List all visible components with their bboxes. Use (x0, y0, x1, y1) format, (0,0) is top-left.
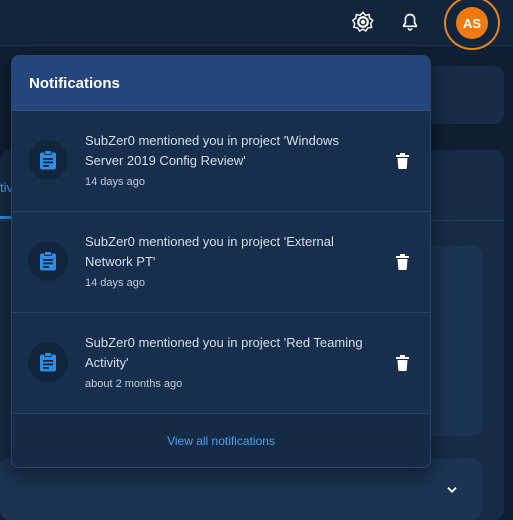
theme-toggle-icon[interactable] (351, 10, 375, 34)
clipboard-icon (28, 342, 68, 382)
notification-item[interactable]: SubZer0 mentioned you in project 'Red Te… (12, 313, 430, 414)
avatar: AS (456, 7, 488, 39)
bell-icon[interactable] (398, 10, 422, 34)
clipboard-icon (28, 140, 68, 180)
trash-icon[interactable] (394, 354, 410, 372)
notifications-footer: View all notifications (12, 414, 430, 467)
trash-icon[interactable] (394, 152, 410, 170)
notifications-title: Notifications (12, 56, 430, 111)
view-all-notifications-link[interactable]: View all notifications (167, 434, 275, 448)
notification-item[interactable]: SubZer0 mentioned you in project 'Extern… (12, 212, 430, 313)
top-bar: AS (0, 0, 513, 50)
trash-icon[interactable] (394, 253, 410, 271)
notification-time: 14 days ago (85, 176, 145, 188)
notification-message: SubZer0 mentioned you in project 'Window… (85, 133, 339, 168)
notification-time: 14 days ago (85, 277, 145, 289)
user-avatar-button[interactable]: AS (444, 0, 500, 50)
clipboard-icon (28, 241, 68, 281)
background-search-card (420, 66, 504, 124)
notification-item[interactable]: SubZer0 mentioned you in project 'Window… (12, 111, 430, 212)
notification-message: SubZer0 mentioned you in project 'Extern… (85, 234, 334, 269)
notification-time: about 2 months ago (85, 378, 183, 390)
notification-message: SubZer0 mentioned you in project 'Red Te… (85, 335, 363, 370)
notifications-panel: Notifications SubZer0 mentioned you in p… (11, 55, 431, 468)
chevron-down-icon[interactable] (442, 480, 462, 500)
